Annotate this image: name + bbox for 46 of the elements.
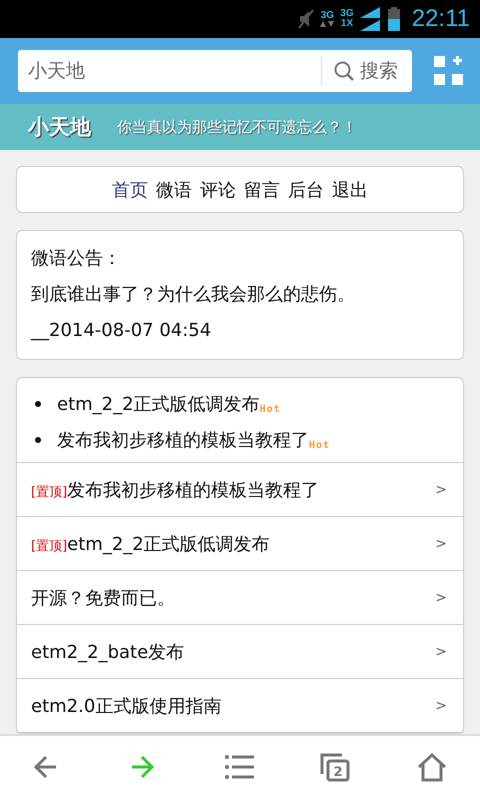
post-row[interactable]: etm2_2_bate发布 >	[17, 625, 463, 679]
mute-icon	[298, 8, 314, 30]
hot-label: Hot	[309, 440, 330, 451]
notice-title: 微语公告：	[31, 247, 122, 271]
post-title: etm2.0正式版使用指南	[31, 696, 222, 716]
nav-link[interactable]: 评论	[200, 178, 236, 202]
nav-link[interactable]: 首页	[112, 178, 148, 202]
chevron-icon: >	[435, 698, 447, 714]
grid-add-icon[interactable]	[434, 56, 464, 86]
site-title: 小天地	[28, 114, 91, 141]
post-title: etm_2_2正式版低调发布	[67, 534, 270, 554]
chevron-icon: >	[435, 536, 447, 552]
search-field[interactable]: 小天地 搜索	[18, 50, 412, 92]
post-title: 开源？免费而已。	[31, 588, 175, 608]
post-row[interactable]: [置顶]etm_2_2正式版低调发布 >	[17, 517, 463, 571]
pinned-tag: [置顶]	[31, 484, 68, 500]
nav-link[interactable]: 微语	[156, 178, 192, 202]
search-icon	[334, 60, 354, 80]
search-button[interactable]: 搜索	[322, 50, 412, 92]
data-arrows-icon	[320, 21, 334, 27]
hot-label: Hot	[260, 404, 281, 415]
notice-date: __2014-08-07 04:54	[31, 319, 212, 343]
bullet-icon	[35, 401, 41, 407]
network-label: 1X	[340, 19, 354, 29]
nav-link[interactable]: 后台	[288, 178, 324, 202]
post-row[interactable]: [置顶]发布我初步移植的模板当教程了 >	[17, 463, 463, 517]
tagline: 你当真以为那些记忆不可遗忘么？！	[117, 118, 357, 136]
network-label: 3G	[320, 11, 334, 21]
hot-post-link[interactable]: 发布我初步移植的模板当教程了	[57, 428, 309, 452]
chevron-icon: >	[435, 482, 447, 498]
battery-icon	[388, 7, 400, 31]
signal-icon	[360, 7, 382, 31]
chevron-icon: >	[435, 590, 447, 606]
post-title: etm2_2_bate发布	[31, 642, 184, 662]
nav-link[interactable]: 留言	[244, 178, 280, 202]
chevron-icon: >	[435, 644, 447, 660]
post-row[interactable]: etm2.0正式版使用指南 >	[17, 679, 463, 733]
hot-post-link[interactable]: etm_2_2正式版低调发布	[57, 392, 260, 416]
notice-text: 到底谁出事了？为什么我会那么的悲伤。	[31, 283, 356, 307]
post-title: 发布我初步移植的模板当教程了	[67, 480, 320, 500]
nav-link[interactable]: 退出	[332, 178, 368, 202]
clock: 22:11	[412, 5, 470, 33]
bullet-icon	[35, 437, 41, 443]
post-row[interactable]: 开源？免费而已。 >	[17, 571, 463, 625]
network-label: 3G	[340, 9, 354, 19]
pinned-tag: [置顶]	[31, 538, 68, 554]
